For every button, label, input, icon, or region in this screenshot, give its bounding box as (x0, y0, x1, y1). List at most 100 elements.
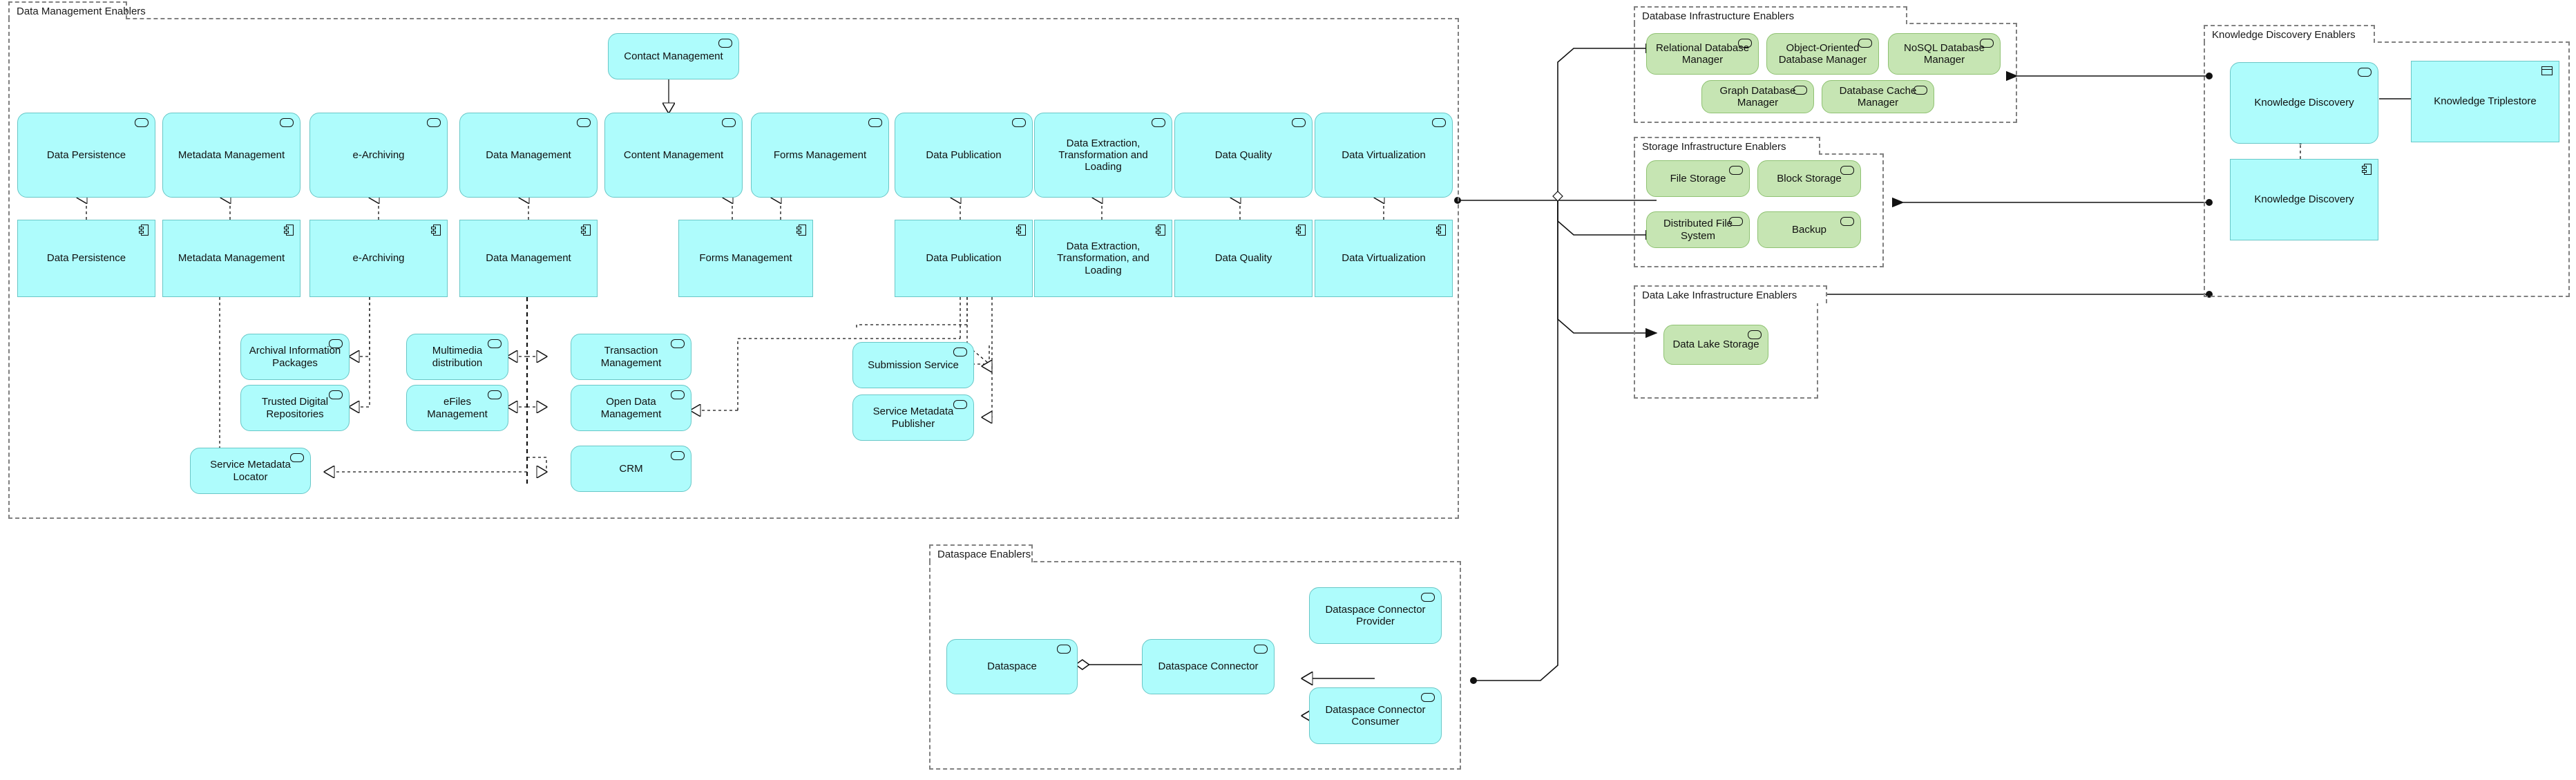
group-label: Data Management Enablers (17, 5, 146, 17)
node-database-cache-manager[interactable]: Database Cache Manager (1822, 80, 1934, 113)
node-svc-data-virtualization[interactable]: Data Virtualization (1315, 113, 1453, 198)
application-service-icon (488, 339, 502, 348)
application-service-icon (1421, 593, 1435, 602)
node-svc-content-management[interactable]: Content Management (604, 113, 743, 198)
technology-service-icon (1840, 217, 1854, 226)
node-backup[interactable]: Backup (1757, 211, 1861, 248)
technology-service-icon (1729, 217, 1743, 226)
node-knowledge-triplestore[interactable]: Knowledge Triplestore (2411, 61, 2559, 142)
node-label: Data Publication (926, 149, 1002, 161)
node-label: Dataspace Connector (1158, 660, 1259, 673)
node-cmp-e-archiving[interactable]: e-Archiving (309, 220, 448, 297)
node-label: Forms Management (773, 149, 867, 161)
technology-service-icon (1858, 39, 1872, 48)
node-transaction-management[interactable]: Transaction Management (571, 334, 691, 380)
node-archival-information-packages[interactable]: Archival Information Packages (240, 334, 350, 380)
group-label: Database Infrastructure Enablers (1642, 10, 1795, 22)
node-cmp-metadata-management[interactable]: Metadata Management (162, 220, 300, 297)
node-distributed-file-system[interactable]: Distributed File System (1646, 211, 1750, 248)
node-label: Dataspace (987, 660, 1037, 673)
node-nosql-database-manager[interactable]: NoSQL Database Manager (1888, 33, 2001, 75)
node-label: Service Metadata Locator (210, 459, 291, 483)
node-label: CRM (619, 462, 643, 475)
node-label: Knowledge Discovery (2254, 97, 2354, 109)
node-label: Data Extraction, Transformation and Load… (1058, 137, 1148, 173)
application-service-icon (953, 348, 967, 356)
node-svc-data-publication[interactable]: Data Publication (895, 113, 1033, 198)
node-svc-forms-management[interactable]: Forms Management (751, 113, 889, 198)
technology-service-icon (1840, 166, 1854, 175)
application-service-icon (868, 118, 882, 127)
node-cmp-data-virtualization[interactable]: Data Virtualization (1315, 220, 1453, 297)
group-label: Data Lake Infrastructure Enablers (1642, 289, 1797, 301)
application-service-icon (290, 453, 304, 462)
node-dataspace-connector[interactable]: Dataspace Connector (1142, 639, 1275, 694)
node-svc-data-extraction-transformation-loading[interactable]: Data Extraction, Transformation and Load… (1034, 113, 1172, 198)
application-service-icon (671, 339, 685, 348)
node-open-data-management[interactable]: Open Data Management (571, 385, 691, 431)
node-label: eFiles Management (427, 396, 488, 420)
node-dataspace-connector-consumer[interactable]: Dataspace Connector Consumer (1309, 687, 1442, 744)
node-label: Data Extraction, Transformation, and Loa… (1057, 240, 1149, 276)
application-service-icon (1012, 118, 1026, 127)
node-cmp-data-extraction-transformation-loading[interactable]: Data Extraction, Transformation, and Loa… (1034, 220, 1172, 297)
node-label: Data Virtualization (1342, 149, 1426, 161)
node-svc-data-quality[interactable]: Data Quality (1174, 113, 1313, 198)
node-cmp-data-quality[interactable]: Data Quality (1174, 220, 1313, 297)
node-dataspace-connector-provider[interactable]: Dataspace Connector Provider (1309, 587, 1442, 644)
node-label: Forms Management (699, 252, 792, 265)
node-multimedia-distribution[interactable]: Multimedia distribution (406, 334, 508, 380)
node-label: Content Management (623, 149, 724, 161)
node-label: Submission Service (868, 359, 959, 371)
node-service-metadata-locator[interactable]: Service Metadata Locator (190, 448, 311, 494)
node-dataspace[interactable]: Dataspace (946, 639, 1078, 694)
application-service-icon (718, 39, 732, 48)
node-svc-e-archiving[interactable]: e-Archiving (309, 113, 448, 198)
node-label: Transaction Management (600, 345, 662, 369)
node-label: Knowledge Discovery (2254, 193, 2354, 206)
node-label: Dataspace Connector Provider (1325, 603, 1426, 627)
group-title-tab: Data Management Enablers (8, 1, 146, 19)
application-service-icon (135, 118, 149, 127)
node-cmp-data-management[interactable]: Data Management (459, 220, 598, 297)
application-component-icon (139, 225, 149, 236)
application-component-icon (1016, 225, 1026, 236)
node-svc-knowledge-discovery[interactable]: Knowledge Discovery (2230, 62, 2378, 144)
node-graph-database-manager[interactable]: Graph Database Manager (1701, 80, 1814, 113)
application-service-icon (1421, 693, 1435, 702)
node-label: Data Virtualization (1342, 252, 1426, 265)
node-service-metadata-publisher[interactable]: Service Metadata Publisher (852, 394, 974, 441)
node-relational-database-manager[interactable]: Relational Database Manager (1646, 33, 1759, 75)
application-service-icon (1152, 118, 1165, 127)
application-service-icon (722, 118, 736, 127)
node-cmp-data-persistence[interactable]: Data Persistence (17, 220, 155, 297)
node-label: NoSQL Database Manager (1903, 41, 1985, 66)
node-label: Service Metadata Publisher (872, 406, 954, 430)
group-title-tab: Database Infrastructure Enablers (1634, 6, 1907, 24)
node-label: Data Publication (926, 252, 1002, 265)
node-cmp-forms-management[interactable]: Forms Management (678, 220, 813, 297)
node-cmp-knowledge-discovery[interactable]: Knowledge Discovery (2230, 159, 2378, 240)
node-svc-data-persistence[interactable]: Data Persistence (17, 113, 155, 198)
node-cmp-data-publication[interactable]: Data Publication (895, 220, 1033, 297)
node-label: Backup (1791, 223, 1827, 236)
node-crm[interactable]: CRM (571, 446, 691, 492)
group-label: Knowledge Discovery Enablers (2212, 28, 2356, 41)
node-efiles-management[interactable]: eFiles Management (406, 385, 508, 431)
node-data-lake-storage[interactable]: Data Lake Storage (1663, 325, 1768, 365)
node-label: Data Quality (1214, 252, 1272, 265)
node-contact-management[interactable]: Contact Management (608, 33, 739, 79)
node-trusted-digital-repositories[interactable]: Trusted Digital Repositories (240, 385, 350, 431)
node-svc-metadata-management[interactable]: Metadata Management (162, 113, 300, 198)
application-component-icon (1436, 225, 1446, 236)
application-component-icon (2362, 164, 2372, 175)
node-block-storage[interactable]: Block Storage (1757, 160, 1861, 197)
node-svc-data-management[interactable]: Data Management (459, 113, 598, 198)
node-label: Multimedia distribution (432, 345, 483, 369)
node-file-storage[interactable]: File Storage (1646, 160, 1750, 197)
node-label: Database Cache Manager (1839, 84, 1917, 108)
group-title-tab: Storage Infrastructure Enablers (1634, 137, 1820, 155)
node-object-oriented-database-manager[interactable]: Object-Oriented Database Manager (1766, 33, 1879, 75)
application-component-icon (581, 225, 591, 236)
node-submission-service[interactable]: Submission Service (852, 342, 974, 388)
